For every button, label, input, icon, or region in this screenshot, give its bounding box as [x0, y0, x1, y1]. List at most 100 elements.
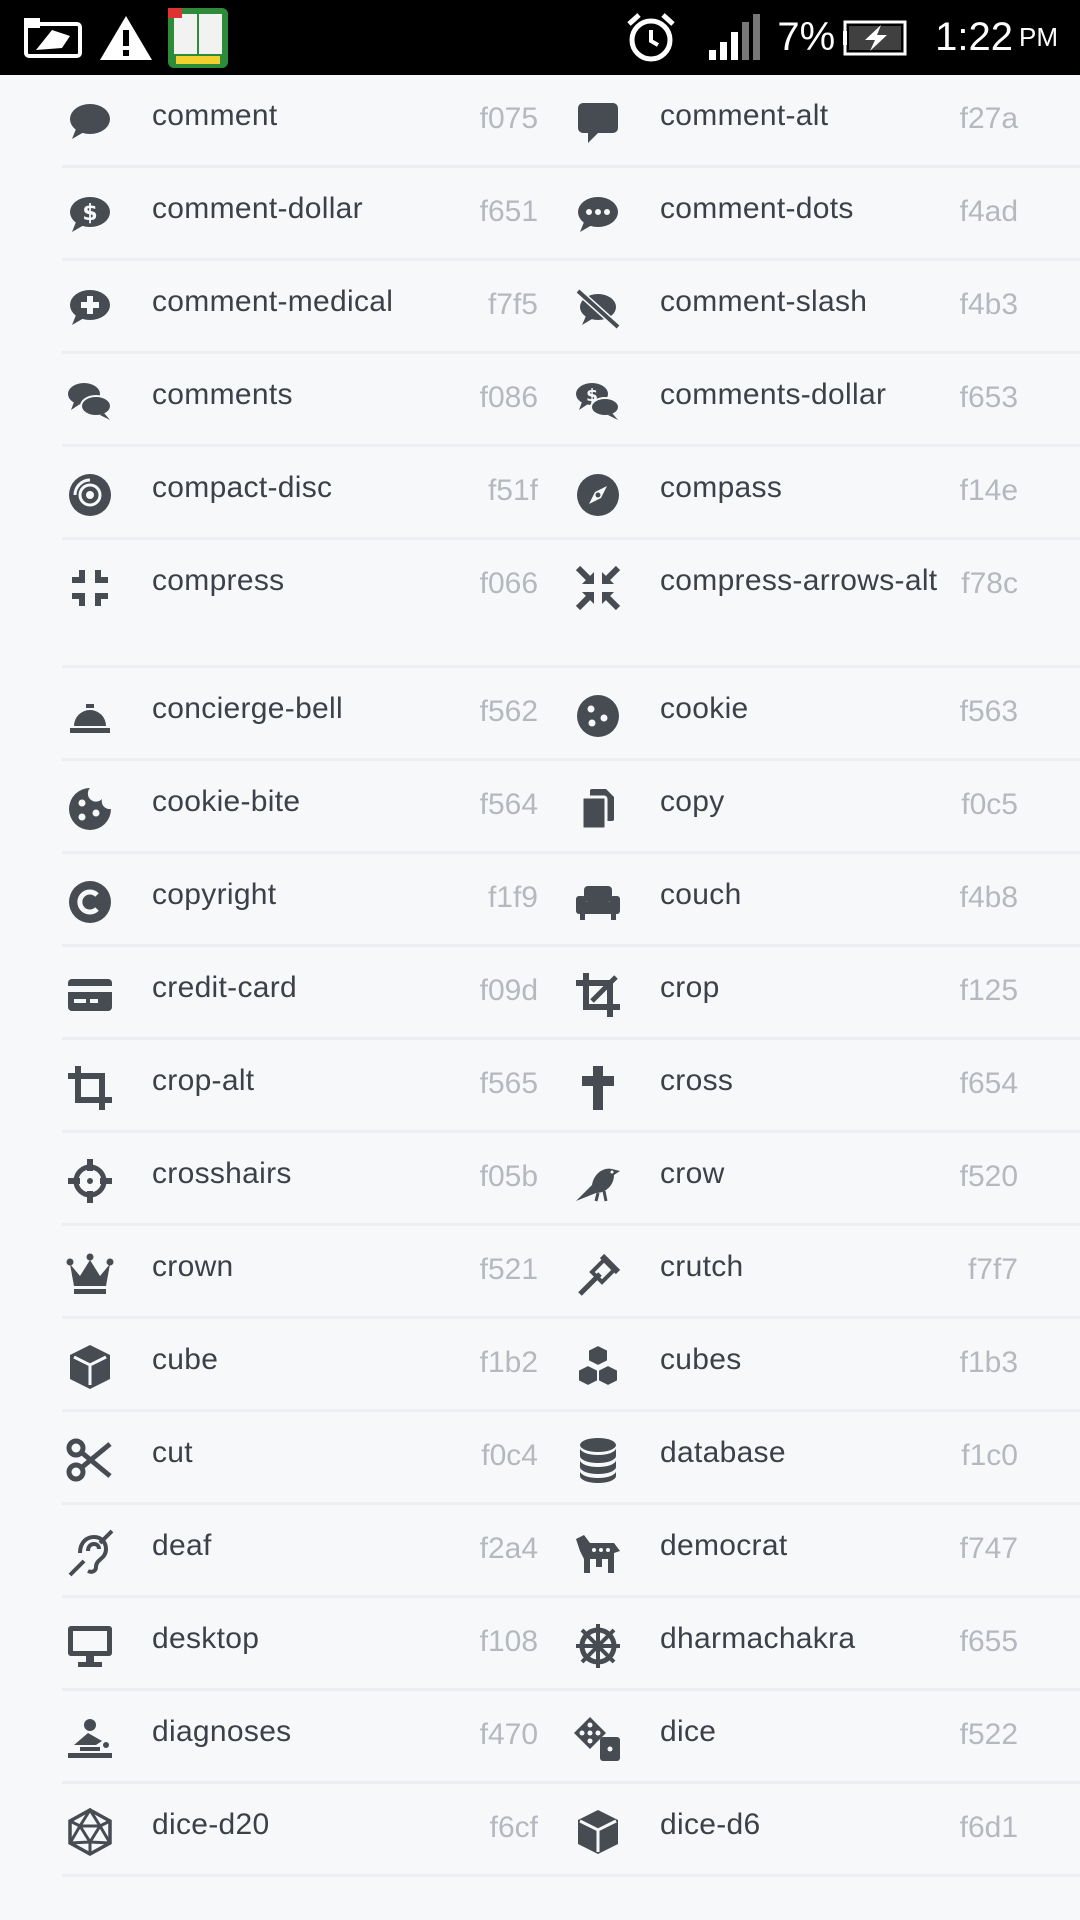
icon-unicode: f125: [959, 974, 1018, 1007]
icon-name: crow: [660, 1157, 725, 1190]
icon-unicode: f562: [479, 695, 538, 728]
alarm-icon: [623, 10, 679, 66]
icon-name: cubes: [660, 1343, 742, 1376]
icon-unicode: f564: [479, 788, 538, 821]
icon-unicode: f0c5: [961, 788, 1018, 821]
database-icon: [570, 1437, 626, 1483]
icon-name: comment-dots: [660, 192, 854, 225]
icon-list-item[interactable]: cubes f1b3: [570, 1319, 1080, 1412]
icon-list-item[interactable]: copyright f1f9: [62, 854, 570, 947]
icon-list-item[interactable]: cut f0c4: [62, 1412, 570, 1505]
icon-list-item[interactable]: dharmachakra f655: [570, 1598, 1080, 1691]
icon-list-item[interactable]: copy f0c5: [570, 761, 1080, 854]
battery-charging-icon: [843, 20, 913, 56]
icon-list-item[interactable]: compress-arrows-alt f78c: [570, 540, 1080, 668]
icon-list-item[interactable]: $ comment-dollar f651: [62, 168, 570, 261]
crown-icon: [62, 1251, 118, 1297]
icon-unicode: f7f7: [967, 1253, 1018, 1286]
icon-list-item[interactable]: crosshairs f05b: [62, 1133, 570, 1226]
icon-name: diagnoses: [152, 1715, 292, 1748]
icon-list-item[interactable]: dice-d6 f6d1: [570, 1784, 1080, 1877]
icon-list-item[interactable]: desktop f108: [62, 1598, 570, 1691]
icon-unicode: f470: [479, 1718, 538, 1751]
icon-list-item[interactable]: cookie f563: [570, 668, 1080, 761]
icon-list-item[interactable]: crow f520: [570, 1133, 1080, 1226]
icon-list-item[interactable]: cross f654: [570, 1040, 1080, 1133]
icon-list-item[interactable]: crop-alt f565: [62, 1040, 570, 1133]
icon-name: dice-d20: [152, 1808, 270, 1841]
icon-unicode: f522: [959, 1718, 1018, 1751]
icon-name: credit-card: [152, 971, 298, 1004]
icon-list-item[interactable]: deaf f2a4: [62, 1505, 570, 1598]
comment-medical-icon: [62, 286, 118, 332]
icon-list-item[interactable]: couch f4b8: [570, 854, 1080, 947]
icon-list-item[interactable]: comment-alt f27a: [570, 75, 1080, 168]
icon-unicode: f4ad: [959, 195, 1018, 228]
icon-list-item[interactable]: cookie-bite f564: [62, 761, 570, 854]
icon-list-item[interactable]: comment-medical f7f5: [62, 261, 570, 354]
icon-list-item[interactable]: comment-slash f4b3: [570, 261, 1080, 354]
icon-name: compress-arrows-alt: [660, 564, 938, 597]
icon-unicode: f7f5: [487, 288, 538, 321]
crop-icon: [570, 972, 626, 1018]
icon-list-item[interactable]: crutch f7f7: [570, 1226, 1080, 1319]
dice-icon: [570, 1716, 626, 1762]
icon-list-item[interactable]: crop f125: [570, 947, 1080, 1040]
icon-list-item[interactable]: comment-dots f4ad: [570, 168, 1080, 261]
screenshot-icon: [22, 16, 84, 60]
comment-dots-icon: [570, 193, 626, 239]
icon-list-item[interactable]: dice-d20 f6cf: [62, 1784, 570, 1877]
icon-list-item[interactable]: cube f1b2: [62, 1319, 570, 1412]
icon-unicode: f1b2: [479, 1346, 538, 1379]
icon-name: comment-medical: [152, 285, 394, 318]
icon-name: deaf: [152, 1529, 212, 1562]
icon-list-item[interactable]: $ comments-dollar f653: [570, 354, 1080, 447]
warning-icon: [98, 14, 154, 62]
copyright-icon: [62, 879, 118, 925]
compress-arrows-alt-icon: [570, 565, 626, 611]
icon-list-item[interactable]: diagnoses f470: [62, 1691, 570, 1784]
icon-name: cookie: [660, 692, 749, 725]
icon-list-item[interactable]: compress f066: [62, 540, 570, 668]
cut-icon: [62, 1437, 118, 1483]
icon-name: copyright: [152, 878, 277, 911]
icon-list-item[interactable]: compact-disc f51f: [62, 447, 570, 540]
comment-icon: [62, 100, 118, 146]
icon-list-item[interactable]: concierge-bell f562: [62, 668, 570, 761]
icon-list-item[interactable]: dice f522: [570, 1691, 1080, 1784]
cube-icon: [62, 1344, 118, 1390]
icon-unicode: f05b: [479, 1160, 538, 1193]
icon-list-item[interactable]: compass f14e: [570, 447, 1080, 540]
signal-icon: [707, 13, 763, 62]
crosshairs-icon: [62, 1158, 118, 1204]
icon-name: comment-dollar: [152, 192, 363, 225]
icon-name: crutch: [660, 1250, 744, 1283]
icon-name: desktop: [152, 1622, 260, 1655]
couch-icon: [570, 879, 626, 925]
icon-unicode: f4b3: [959, 288, 1018, 321]
icon-unicode: f51f: [487, 474, 538, 507]
comment-dollar-icon: $: [62, 193, 118, 239]
copy-icon: [570, 786, 626, 832]
dice-d20-icon: [62, 1808, 118, 1856]
icon-list-item[interactable]: database f1c0: [570, 1412, 1080, 1505]
icon-list-item[interactable]: comment f075: [62, 75, 570, 168]
comment-alt-icon: [570, 100, 626, 146]
concierge-bell-icon: [62, 693, 118, 739]
icon-unicode: f654: [959, 1067, 1018, 1100]
cubes-icon: [570, 1343, 626, 1390]
credit-card-icon: [62, 972, 118, 1018]
comment-slash-icon: [570, 286, 626, 332]
compress-icon: [62, 565, 118, 611]
icon-name: cookie-bite: [152, 785, 301, 818]
icon-list-item[interactable]: crown f521: [62, 1226, 570, 1319]
icon-unicode: f1b3: [959, 1346, 1018, 1379]
icon-list-item[interactable]: democrat f747: [570, 1505, 1080, 1598]
icon-grid: comment f075 comment-alt f27a $ comment-dolla…: [62, 75, 1080, 1877]
icon-list-item[interactable]: comments f086: [62, 354, 570, 447]
icon-list-item[interactable]: credit-card f09d: [62, 947, 570, 1040]
icon-unicode: f563: [959, 695, 1018, 728]
clock-ampm: PM: [1019, 22, 1058, 52]
compass-icon: [570, 472, 626, 518]
icon-unicode: f108: [479, 1625, 538, 1658]
